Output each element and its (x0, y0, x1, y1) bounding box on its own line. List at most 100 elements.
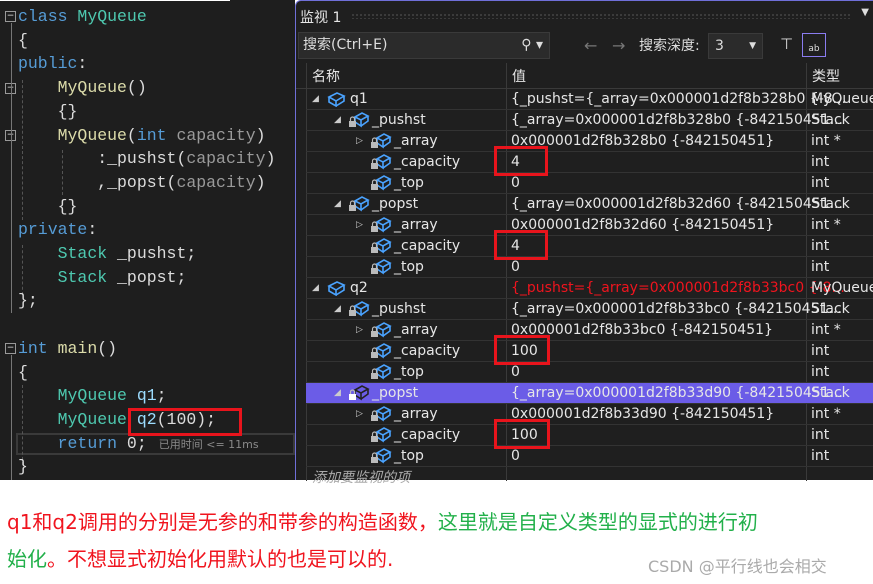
code-token: () (97, 338, 118, 358)
code-token: Stack (57, 267, 118, 287)
expanded-arrow-icon[interactable]: ◢ (334, 194, 341, 214)
watch-name: _capacity (394, 427, 461, 443)
watch-row[interactable]: _top 0 int (306, 173, 873, 194)
code-line: private: (18, 218, 97, 241)
expanded-arrow-icon[interactable]: ◢ (312, 89, 319, 109)
code-token: _pushst (107, 149, 177, 169)
title-grip[interactable] (351, 13, 851, 19)
watch-row[interactable]: _top 0 int (306, 257, 873, 278)
watch-value[interactable]: 0 (511, 173, 520, 193)
watch-type: Stack (811, 385, 850, 401)
expanded-arrow-icon[interactable]: ◢ (312, 278, 319, 298)
watch-value[interactable]: {_array=0x000001d2f8b32d60 {-842150451..… (511, 194, 843, 214)
watch-window: 监视 1 ▼ 搜索(Ctrl+E) ⚲ ▾ ← → 搜索深度: 3 ▼ ⊤ ab… (295, 0, 873, 486)
code-token: return (57, 433, 127, 453)
private-field-icon (370, 427, 392, 443)
code-line: public: (18, 52, 87, 75)
watch-value[interactable]: 0x000001d2f8b328b0 {-842150451} (511, 131, 774, 151)
watch-type: int * (811, 217, 841, 233)
private-field-icon (348, 112, 370, 128)
window-menu-icon[interactable]: ▼ (861, 7, 869, 18)
private-field-icon (370, 259, 392, 275)
watch-row[interactable]: ◢ _popst {_array=0x000001d2f8b33d90 {-8421… (306, 383, 873, 404)
watch-name: q2 (350, 280, 368, 296)
code-token: ) (265, 149, 276, 169)
private-field-icon (370, 154, 392, 170)
watch-row[interactable]: ◢ _popst {_array=0x000001d2f8b32d60 {-8421… (306, 194, 873, 215)
expanded-arrow-icon[interactable]: ◢ (334, 299, 341, 319)
search-input[interactable]: 搜索(Ctrl+E) ⚲ ▾ (298, 32, 550, 59)
watch-value[interactable]: {_pushst={_array=0x000001d2f8b33bc0 {-8.… (511, 278, 845, 298)
code-token: {} (57, 196, 78, 216)
search-depth-select[interactable]: 3 ▼ (708, 33, 763, 59)
watch-value[interactable]: {_array=0x000001d2f8b33d90 {-842150451..… (511, 383, 843, 403)
watch-row[interactable]: ▷ _array 0x000001d2f8b32d60 {-842150451} in… (306, 215, 873, 236)
watch-type: int (811, 427, 830, 443)
hex-display-toggle-icon[interactable]: ab (802, 33, 826, 57)
watermark: CSDN @平行线也会相交 (648, 557, 827, 576)
code-token: 0; (126, 433, 147, 453)
collapsed-arrow-icon[interactable]: ▷ (356, 215, 363, 235)
code-line: :_pushst(capacity) (18, 147, 275, 170)
watch-value[interactable]: 0 (511, 362, 520, 382)
collapsed-arrow-icon[interactable]: ▷ (356, 131, 363, 151)
expanded-arrow-icon[interactable]: ◢ (334, 383, 341, 403)
code-line: { (18, 29, 28, 52)
watch-value[interactable]: 0x000001d2f8b32d60 {-842150451} (511, 215, 774, 235)
code-editor[interactable]: − − − − class MyQueue{public: MyQueue() … (0, 0, 295, 480)
watch-row[interactable]: _capacity 100 int (306, 341, 873, 362)
code-token: { (18, 30, 28, 50)
watch-value[interactable]: {_pushst={_array=0x000001d2f8b328b0 {-8.… (511, 89, 846, 109)
watch-value[interactable]: {_array=0x000001d2f8b328b0 {-842150451..… (511, 110, 843, 130)
watch-row[interactable]: ◢ q1 {_pushst={_array=0x000001d2f8b328b0 {… (306, 89, 873, 110)
collapsed-arrow-icon[interactable]: ▷ (356, 320, 363, 340)
add-watch-item[interactable]: 添加要监视的项 (312, 467, 410, 487)
collapsed-arrow-icon[interactable]: ▷ (356, 404, 363, 424)
pin-icon[interactable]: ⊤ (780, 35, 793, 53)
private-field-icon (370, 175, 392, 191)
column-value[interactable]: 值 (512, 66, 526, 86)
private-field-icon (370, 406, 392, 422)
watch-row[interactable]: ▷ _array 0x000001d2f8b328b0 {-842150451} in… (306, 131, 873, 152)
search-icon[interactable]: ⚲ ▾ (521, 33, 543, 58)
watch-row[interactable]: _top 0 int (306, 362, 873, 383)
code-token: }; (18, 291, 38, 311)
back-arrow-icon[interactable]: ← (584, 33, 597, 59)
watch-value[interactable]: 0 (511, 257, 520, 277)
watch-row[interactable]: _capacity 4 int (306, 236, 873, 257)
column-name[interactable]: 名称 (312, 66, 340, 86)
column-type[interactable]: 类型 (812, 66, 840, 86)
watch-row[interactable]: ◢ _pushst {_array=0x000001d2f8b328b0 {-842… (306, 110, 873, 131)
watch-name: _pushst (372, 301, 426, 317)
collapse-icon[interactable]: − (5, 343, 16, 354)
code-token: MyQueue (57, 386, 137, 406)
watch-value[interactable]: 0x000001d2f8b33d90 {-842150451} (511, 404, 774, 424)
code-token: { (18, 362, 28, 382)
watch-value[interactable]: {_array=0x000001d2f8b33bc0 {-842150451..… (511, 299, 842, 319)
watch-row[interactable]: _capacity 100 int (306, 425, 873, 446)
watch-row[interactable]: ▷ _array 0x000001d2f8b33bc0 {-842150451} in… (306, 320, 873, 341)
watch-row[interactable]: _capacity 4 int (306, 152, 873, 173)
caption-line-2: 始化。不想显式初始化用默认的也是可以的. (7, 543, 393, 572)
watch-value[interactable]: 0 (511, 446, 520, 466)
watch-row[interactable]: ◢ q2 {_pushst={_array=0x000001d2f8b33bc0 {… (306, 278, 873, 299)
watch-row[interactable]: ▷ _array 0x000001d2f8b33d90 {-842150451} in… (306, 404, 873, 425)
object-icon (326, 280, 346, 297)
code-line: { (18, 361, 28, 384)
annotation-box (128, 408, 242, 436)
expanded-arrow-icon[interactable]: ◢ (334, 110, 341, 130)
watch-row[interactable]: ◢ _pushst {_array=0x000001d2f8b33bc0 {-842… (306, 299, 873, 320)
collapse-icon[interactable]: − (5, 11, 16, 22)
watch-type: int * (811, 406, 841, 422)
private-field-icon (370, 343, 392, 359)
code-token: capacity (176, 125, 256, 145)
watch-value[interactable]: 0x000001d2f8b33bc0 {-842150451} (511, 320, 773, 340)
watch-name: _array (394, 133, 438, 149)
watch-row[interactable]: _top 0 int (306, 446, 873, 467)
forward-arrow-icon[interactable]: → (612, 33, 625, 59)
private-field-icon (370, 364, 392, 380)
watch-name: _popst (372, 385, 419, 401)
annotation-box (494, 146, 548, 176)
